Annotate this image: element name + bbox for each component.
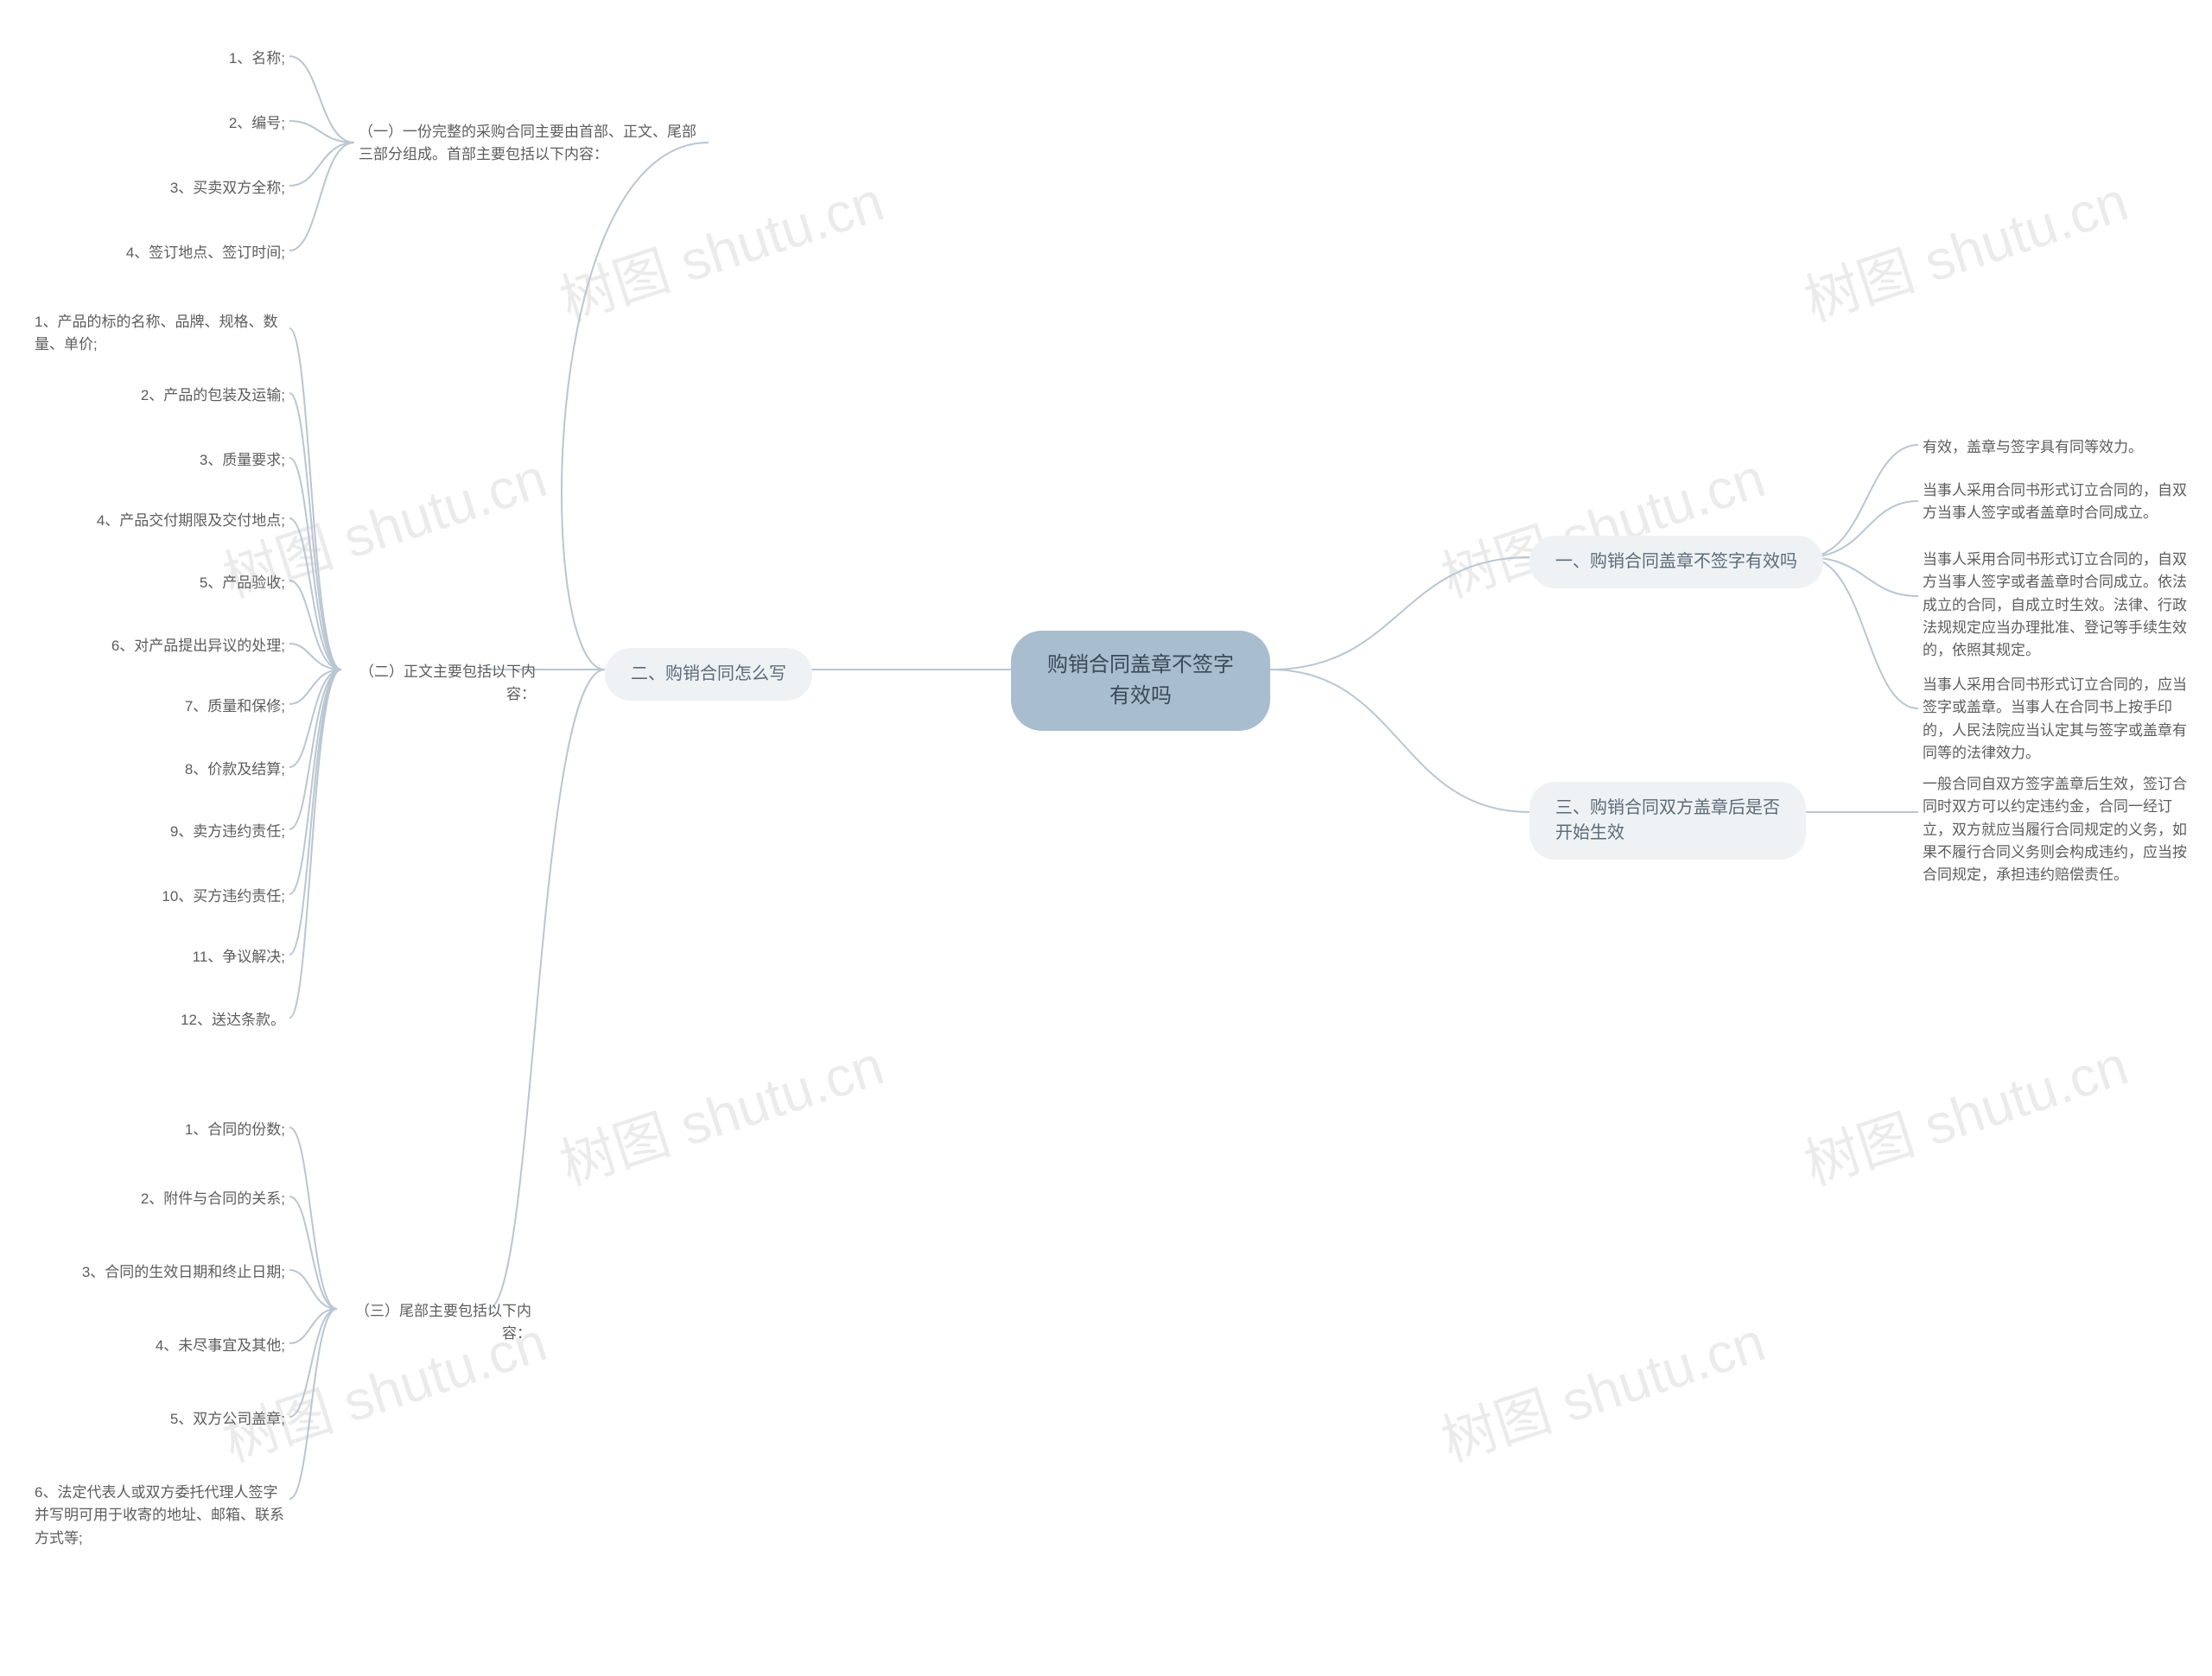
section1-leaf-2: 当事人采用合同书形式订立合同的，自双方当事人签字或者盖章时合同成立。依法成立的合…: [1923, 549, 2199, 663]
section1-leaf-0: 有效，盖章与签字具有同等效力。: [1923, 436, 2199, 459]
sub1-item-1: 2、编号;: [229, 112, 285, 135]
sub2-item-7: 8、价款及结算;: [185, 759, 285, 781]
section-1[interactable]: 一、购销合同盖章不签字有效吗: [1529, 536, 1823, 588]
section1-leaf-3: 当事人采用合同书形式订立合同的，应当签字或盖章。当事人在合同书上按手印的，人民法…: [1923, 674, 2199, 765]
section-3[interactable]: 三、购销合同双方盖章后是否开始生效: [1529, 782, 1806, 860]
sub2-item-3: 4、产品交付期限及交付地点;: [97, 510, 285, 532]
sub3-item-1: 2、附件与合同的关系;: [141, 1188, 285, 1210]
sub1-item-2: 3、买卖双方全称;: [170, 177, 285, 200]
section2-sub3[interactable]: （三）尾部主要包括以下内容：: [341, 1300, 531, 1344]
root-node[interactable]: 购销合同盖章不签字有效吗: [1011, 631, 1270, 731]
section3-leaf: 一般合同自双方签字盖章后生效，签订合同时双方可以约定违约金，合同一经订立，双方就…: [1923, 773, 2199, 887]
sub2-item-8: 9、卖方违约责任;: [170, 821, 285, 843]
sub2-item-6: 7、质量和保修;: [185, 695, 285, 718]
watermark: 树图 shutu.cn: [1793, 157, 2136, 336]
sub2-item-5: 6、对产品提出异议的处理;: [111, 635, 285, 657]
section-2[interactable]: 二、购销合同怎么写: [605, 648, 812, 701]
sub3-item-3: 4、未尽事宜及其他;: [156, 1335, 285, 1357]
section1-leaf-1: 当事人采用合同书形式订立合同的，自双方当事人签字或者盖章时合同成立。: [1923, 479, 2199, 525]
sub2-item-10: 11、争议解决;: [193, 946, 285, 968]
sub3-item-5: 6、法定代表人或双方委托代理人签字并写明可用于收寄的地址、邮箱、联系方式等;: [35, 1482, 289, 1550]
watermark: 树图 shutu.cn: [1793, 1021, 2136, 1200]
sub2-item-4: 5、产品验收;: [200, 572, 285, 594]
sub3-item-2: 3、合同的生效日期和终止日期;: [82, 1261, 285, 1284]
sub2-item-11: 12、送达条款。: [181, 1009, 285, 1032]
watermark: 树图 shutu.cn: [1430, 1298, 1773, 1476]
sub2-item-0: 1、产品的标的名称、品牌、规格、数量、单价;: [35, 311, 289, 357]
sub1-item-3: 4、签订地点、签订时间;: [126, 242, 285, 264]
section2-sub2[interactable]: （二）正文主要包括以下内容：: [346, 661, 536, 705]
watermark: 树图 shutu.cn: [549, 157, 892, 336]
watermark: 树图 shutu.cn: [549, 1021, 892, 1200]
sub2-item-9: 10、买方违约责任;: [162, 886, 285, 908]
sub3-item-4: 5、双方公司盖章;: [170, 1408, 285, 1431]
sub1-item-0: 1、名称;: [229, 48, 285, 70]
sub2-item-2: 3、质量要求;: [200, 449, 285, 472]
sub3-item-0: 1、合同的份数;: [185, 1119, 285, 1141]
section2-sub1[interactable]: （一）一份完整的采购合同主要由首部、正文、尾部三部分组成。首部主要包括以下内容：: [359, 121, 704, 165]
connector-lines: [0, 0, 2212, 1676]
sub2-item-1: 2、产品的包装及运输;: [141, 384, 285, 407]
